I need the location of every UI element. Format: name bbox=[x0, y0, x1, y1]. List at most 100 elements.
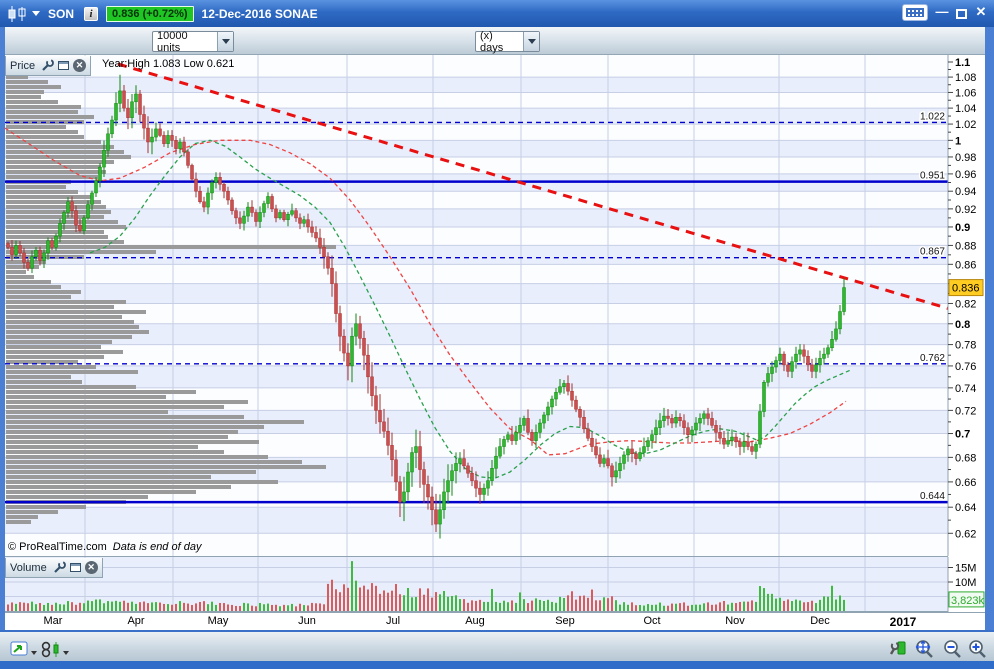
window-right-border bbox=[985, 27, 994, 662]
candle bbox=[490, 468, 494, 481]
candle bbox=[758, 411, 762, 445]
dropdown-caret-icon[interactable] bbox=[63, 651, 69, 655]
price-axis-label: 0.72 bbox=[955, 405, 976, 417]
candle bbox=[178, 141, 182, 149]
linked-charts-button[interactable] bbox=[40, 641, 69, 658]
month-label: 2017 bbox=[889, 615, 917, 629]
volume-bar bbox=[459, 599, 461, 611]
volume-bar bbox=[327, 583, 329, 611]
volume-profile-bar bbox=[6, 340, 112, 344]
dropdown-caret-icon[interactable] bbox=[31, 651, 37, 655]
keyboard-icon[interactable] bbox=[902, 3, 928, 21]
window-bottom-border bbox=[0, 661, 994, 669]
candle bbox=[722, 437, 726, 445]
chart-display-settings-button[interactable] bbox=[888, 639, 908, 658]
close-button[interactable]: ✕ bbox=[974, 3, 988, 21]
price-panel-tab[interactable]: Price ✕ bbox=[5, 56, 92, 76]
volume-profile-bar bbox=[6, 520, 31, 524]
export-chart-button[interactable] bbox=[10, 641, 37, 658]
wrench-icon[interactable] bbox=[41, 59, 54, 72]
units-combobox[interactable]: 10000 units bbox=[152, 29, 234, 54]
volume-bar bbox=[199, 601, 201, 611]
close-panel-icon[interactable]: ✕ bbox=[84, 561, 98, 574]
symbol-dropdown-icon[interactable] bbox=[32, 11, 40, 16]
volume-bar bbox=[395, 584, 397, 611]
volume-bar bbox=[703, 603, 705, 611]
volume-profile-bar bbox=[6, 315, 122, 319]
minimize-button[interactable]: — bbox=[935, 3, 949, 21]
volume-panel-tab[interactable]: Volume ✕ bbox=[5, 558, 103, 578]
candle bbox=[310, 226, 314, 233]
timeframe-dropdown-icon[interactable] bbox=[523, 32, 539, 51]
candle bbox=[678, 417, 682, 421]
timeframe-combobox[interactable]: (x) days bbox=[475, 30, 540, 54]
volume-bar bbox=[279, 606, 281, 611]
candle bbox=[438, 509, 442, 525]
candle bbox=[182, 141, 186, 153]
volume-bar bbox=[739, 601, 741, 611]
candle bbox=[778, 353, 782, 361]
volume-bar bbox=[79, 602, 81, 611]
volume-profile-bar bbox=[6, 375, 71, 379]
candle bbox=[746, 441, 750, 447]
volume-bar bbox=[567, 595, 569, 611]
last-volume-badge-label: 3,823k bbox=[951, 595, 985, 607]
volume-bar bbox=[43, 604, 45, 611]
zoom-custom-button[interactable] bbox=[912, 638, 936, 659]
candle bbox=[790, 361, 794, 372]
volume-bar bbox=[203, 601, 205, 611]
title-bar: SON i 0.836 (+0.72%) 12-Dec-2016 SONAE —… bbox=[0, 0, 994, 27]
candle bbox=[366, 354, 370, 378]
candle bbox=[702, 413, 706, 419]
price-axis-label: 1.1 bbox=[955, 57, 970, 69]
volume-bar bbox=[223, 603, 225, 611]
price-chart[interactable]: 1.1 1.08 1.06 1.04 1.02 1 0.98 0.96 0.94 0.92 0.9 0… bbox=[0, 55, 985, 557]
close-panel-icon[interactable]: ✕ bbox=[73, 59, 87, 72]
volume-profile-bar bbox=[6, 365, 96, 369]
volume-bar bbox=[211, 601, 213, 611]
info-button[interactable]: i bbox=[84, 6, 99, 21]
status-bar bbox=[0, 630, 994, 661]
candle bbox=[270, 196, 274, 210]
price-axis-label: 0.9 bbox=[955, 222, 970, 234]
volume-bar bbox=[287, 605, 289, 611]
volume-bar bbox=[555, 602, 557, 611]
units-dropdown-icon[interactable] bbox=[217, 32, 233, 51]
zoom-out-button[interactable] bbox=[941, 638, 964, 659]
volume-bar bbox=[467, 602, 469, 611]
volume-profile-bar bbox=[6, 420, 304, 424]
maximize-button[interactable] bbox=[956, 9, 967, 19]
candle bbox=[386, 430, 390, 446]
candle bbox=[218, 177, 222, 185]
volume-bar bbox=[143, 601, 145, 611]
candle bbox=[814, 364, 818, 372]
volume-bar bbox=[503, 600, 505, 611]
candle bbox=[110, 119, 114, 135]
candle bbox=[610, 465, 614, 478]
wrench-icon[interactable] bbox=[53, 561, 66, 574]
candle bbox=[522, 418, 526, 426]
restore-panel-icon[interactable] bbox=[58, 61, 70, 70]
candle bbox=[214, 177, 218, 183]
volume-bar bbox=[831, 585, 833, 611]
candle bbox=[458, 458, 462, 464]
volume-bar bbox=[727, 604, 729, 611]
volume-chart[interactable]: 15M 10M 3,823k bbox=[0, 557, 985, 612]
volume-profile-bar bbox=[6, 435, 228, 439]
units-value: 10000 units bbox=[157, 29, 188, 54]
candle bbox=[626, 448, 630, 456]
candle bbox=[734, 436, 738, 443]
volume-bar bbox=[63, 604, 65, 611]
month-label: Jun bbox=[298, 615, 316, 627]
zoom-in-button[interactable] bbox=[966, 638, 989, 659]
volume-bar bbox=[219, 602, 221, 611]
candle bbox=[682, 420, 686, 428]
volume-bar bbox=[447, 596, 449, 611]
volume-profile-bar bbox=[6, 145, 114, 149]
restore-panel-icon[interactable] bbox=[69, 563, 81, 572]
volume-bar bbox=[507, 602, 509, 611]
volume-bar bbox=[651, 604, 653, 611]
level-price-label: 0.762 bbox=[920, 353, 945, 364]
candle bbox=[818, 358, 822, 366]
volume-bar bbox=[27, 603, 29, 611]
